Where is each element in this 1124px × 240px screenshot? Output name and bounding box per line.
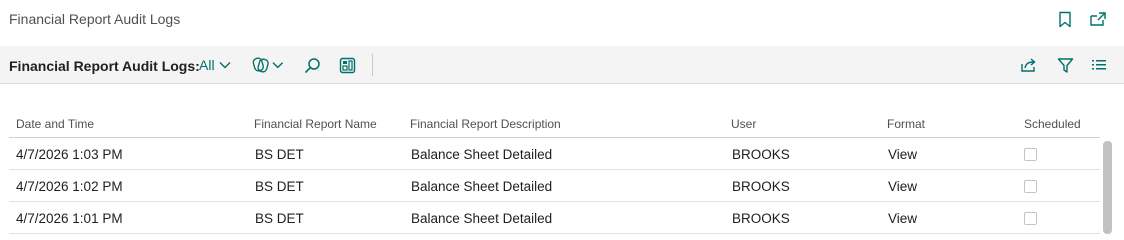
cell-user: BROOKS [732, 179, 790, 194]
column-header-report-description[interactable]: Financial Report Description [410, 117, 561, 131]
cell-report-name[interactable]: BS DET [255, 211, 304, 226]
cell-format: View [888, 179, 918, 194]
list-view-icon [1092, 60, 1106, 70]
filter-icon [1057, 57, 1073, 73]
cell-format: View [888, 147, 918, 162]
filter-button[interactable] [1055, 55, 1075, 75]
table-row[interactable]: 4/7/2026 1:03 PM BS DET Balance Sheet De… [9, 138, 1100, 170]
cell-date-time[interactable]: 4/7/2026 1:01 PM [16, 211, 123, 226]
table-row[interactable]: 4/7/2026 1:02 PM BS DET Balance Sheet De… [9, 170, 1100, 202]
open-in-new-window-icon[interactable] [1089, 10, 1107, 28]
view-filter-dropdown[interactable]: All [199, 57, 231, 73]
cell-user: BROOKS [732, 211, 790, 226]
cell-report-name[interactable]: BS DET [255, 179, 304, 194]
list-caption: Financial Report Audit Logs: [9, 58, 200, 74]
column-header-date-time[interactable]: Date and Time [16, 117, 94, 131]
search-icon [304, 57, 320, 73]
table-row[interactable]: 4/7/2026 1:01 PM BS DET Balance Sheet De… [9, 202, 1100, 234]
cell-report-description: Balance Sheet Detailed [411, 147, 553, 162]
column-header-format[interactable]: Format [887, 117, 925, 131]
title-bar: Financial Report Audit Logs [0, 0, 1124, 46]
analysis-mode-icon [252, 57, 269, 73]
cell-report-description: Balance Sheet Detailed [411, 179, 553, 194]
vertical-scrollbar[interactable] [1103, 141, 1112, 234]
share-button[interactable] [1019, 55, 1039, 75]
cell-report-name[interactable]: BS DET [255, 147, 304, 162]
layout-button[interactable] [337, 55, 357, 75]
cell-date-time[interactable]: 4/7/2026 1:03 PM [16, 147, 123, 162]
page-title: Financial Report Audit Logs [9, 11, 181, 27]
search-button[interactable] [302, 55, 322, 75]
audit-log-table: Date and Time Financial Report Name Fina… [0, 84, 1124, 234]
action-bar: Financial Report Audit Logs: All [0, 46, 1124, 84]
page: Financial Report Audit Logs Financial Re… [0, 0, 1124, 234]
analysis-mode-button[interactable] [252, 55, 284, 75]
chevron-down-icon [272, 62, 284, 69]
column-header-user[interactable]: User [731, 117, 756, 131]
share-icon [1021, 58, 1036, 72]
cell-user: BROOKS [732, 147, 790, 162]
column-header-scheduled[interactable]: Scheduled [1024, 117, 1081, 131]
column-header-report-name[interactable]: Financial Report Name [254, 117, 377, 131]
toolbar-separator [372, 54, 373, 76]
layout-icon [339, 57, 355, 73]
scheduled-checkbox[interactable] [1024, 148, 1037, 161]
cell-format: View [888, 211, 918, 226]
chevron-down-icon [219, 62, 231, 69]
cell-date-time[interactable]: 4/7/2026 1:02 PM [16, 179, 123, 194]
scheduled-checkbox[interactable] [1024, 212, 1037, 225]
bookmark-icon[interactable] [1056, 10, 1074, 28]
cell-report-description: Balance Sheet Detailed [411, 211, 553, 226]
list-view-button[interactable] [1089, 55, 1109, 75]
scheduled-checkbox[interactable] [1024, 180, 1037, 193]
view-filter-label: All [199, 57, 215, 73]
